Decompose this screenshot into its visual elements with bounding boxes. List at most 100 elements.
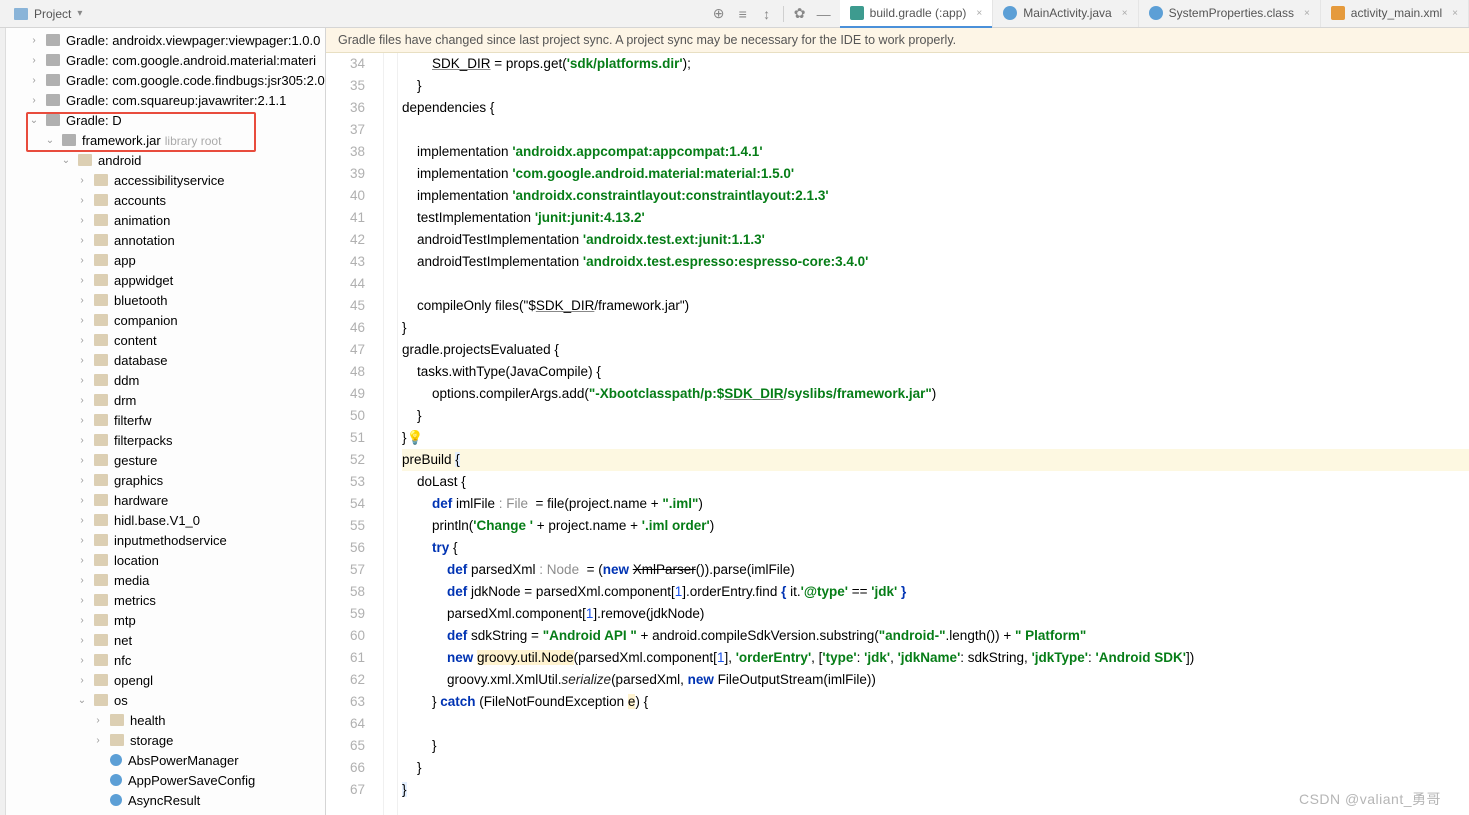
tree-arrow-icon[interactable] [76,395,88,406]
code-line[interactable]: } catch (FileNotFoundException e) { [402,691,1469,713]
fold-column[interactable] [384,53,398,815]
editor-tab[interactable]: build.gradle (:app)× [840,0,994,27]
tree-row[interactable]: hardware [6,490,325,510]
tree-arrow-icon[interactable] [44,135,56,146]
project-selector[interactable]: Project ▾ [6,7,186,21]
tree-row[interactable]: inputmethodservice [6,530,325,550]
editor-tab[interactable]: MainActivity.java× [993,0,1138,27]
tree-row[interactable]: location [6,550,325,570]
tree-row[interactable]: annotation [6,230,325,250]
tree-arrow-icon[interactable] [28,55,40,66]
tree-row[interactable]: companion [6,310,325,330]
code-line[interactable] [402,713,1469,735]
hide-icon[interactable]: — [816,6,832,22]
code-line[interactable]: implementation 'com.google.android.mater… [402,163,1469,185]
tree-arrow-icon[interactable] [76,375,88,386]
code-line[interactable]: try { [402,537,1469,559]
tree-row[interactable]: ddm [6,370,325,390]
tree-row[interactable]: graphics [6,470,325,490]
tree-arrow-icon[interactable] [76,355,88,366]
close-icon[interactable]: × [976,8,982,19]
tree-row[interactable]: Gradle: androidx.viewpager:viewpager:1.0… [6,30,325,50]
tree-arrow-icon[interactable] [76,235,88,246]
tree-arrow-icon[interactable] [76,495,88,506]
tree-arrow-icon[interactable] [76,275,88,286]
tree-arrow-icon[interactable] [76,635,88,646]
tree-row[interactable]: nfc [6,650,325,670]
tree-row[interactable]: os [6,690,325,710]
code-line[interactable]: } [402,405,1469,427]
tree-arrow-icon[interactable] [76,655,88,666]
code-line[interactable]: parsedXml.component[1].remove(jdkNode) [402,603,1469,625]
code-line[interactable]: doLast { [402,471,1469,493]
tree-row[interactable]: hidl.base.V1_0 [6,510,325,530]
code-line[interactable]: }💡 [402,427,1469,449]
code-line[interactable]: } [402,757,1469,779]
tree-arrow-icon[interactable] [76,175,88,186]
tree-row[interactable]: filterpacks [6,430,325,450]
tree-arrow-icon[interactable] [76,315,88,326]
code-line[interactable] [402,119,1469,141]
code-area[interactable]: 3435363738394041424344454647484950515253… [326,53,1469,815]
project-tree[interactable]: Gradle: androidx.viewpager:viewpager:1.0… [6,28,326,815]
tree-row[interactable]: accounts [6,190,325,210]
code-line[interactable]: androidTestImplementation 'androidx.test… [402,251,1469,273]
tree-arrow-icon[interactable] [60,155,72,166]
editor-tab[interactable]: SystemProperties.class× [1139,0,1321,27]
tree-row[interactable]: AppPowerSaveConfig [6,770,325,790]
tree-arrow-icon[interactable] [76,435,88,446]
tree-row[interactable]: storage [6,730,325,750]
code-line[interactable]: } [402,735,1469,757]
tree-row[interactable]: appwidget [6,270,325,290]
tree-row[interactable]: filterfw [6,410,325,430]
tree-arrow-icon[interactable] [76,455,88,466]
tree-arrow-icon[interactable] [28,95,40,106]
code-line[interactable]: def jdkNode = parsedXml.component[1].ord… [402,581,1469,603]
code-line[interactable] [402,273,1469,295]
tree-arrow-icon[interactable] [76,255,88,266]
close-icon[interactable]: × [1452,8,1458,19]
tree-arrow-icon[interactable] [92,735,104,746]
code-line[interactable]: groovy.xml.XmlUtil.serialize(parsedXml, … [402,669,1469,691]
code-line[interactable]: compileOnly files("$SDK_DIR/framework.ja… [402,295,1469,317]
close-icon[interactable]: × [1304,8,1310,19]
tree-arrow-icon[interactable] [76,335,88,346]
tree-arrow-icon[interactable] [28,115,40,126]
code-line[interactable]: implementation 'androidx.constraintlayou… [402,185,1469,207]
tree-arrow-icon[interactable] [28,75,40,86]
tree-arrow-icon[interactable] [76,415,88,426]
code-line[interactable]: testImplementation 'junit:junit:4.13.2' [402,207,1469,229]
close-icon[interactable]: × [1122,8,1128,19]
tree-arrow-icon[interactable] [76,215,88,226]
tree-row[interactable]: app [6,250,325,270]
code-line[interactable]: } [402,75,1469,97]
code-line[interactable]: def imlFile : File = file(project.name +… [402,493,1469,515]
tree-row[interactable]: Gradle: com.squareup:javawriter:2.1.1 [6,90,325,110]
sort-icon[interactable]: ≡ [735,6,751,22]
tree-arrow-icon[interactable] [76,675,88,686]
tree-row[interactable]: drm [6,390,325,410]
tree-arrow-icon[interactable] [28,35,40,46]
code-line[interactable]: SDK_DIR = props.get('sdk/platforms.dir')… [402,53,1469,75]
gear-icon[interactable]: ✿ [792,6,808,22]
code-line[interactable]: def parsedXml : Node = (new XmlParser())… [402,559,1469,581]
tree-row[interactable]: AbsPowerManager [6,750,325,770]
code-line[interactable]: dependencies { [402,97,1469,119]
locate-icon[interactable]: ⊕ [711,6,727,22]
tree-row[interactable]: AsyncResult [6,790,325,810]
code-line[interactable]: tasks.withType(JavaCompile) { [402,361,1469,383]
code-line[interactable]: gradle.projectsEvaluated { [402,339,1469,361]
code-line[interactable]: } [402,317,1469,339]
tree-arrow-icon[interactable] [76,555,88,566]
tree-row[interactable]: animation [6,210,325,230]
tree-row[interactable]: gesture [6,450,325,470]
tree-row[interactable]: opengl [6,670,325,690]
editor-tab[interactable]: activity_main.xml× [1321,0,1469,27]
code-line[interactable]: androidTestImplementation 'androidx.test… [402,229,1469,251]
tree-arrow-icon[interactable] [76,195,88,206]
code-line[interactable]: new groovy.util.Node(parsedXml.component… [402,647,1469,669]
code-line[interactable]: options.compilerArgs.add("-Xbootclasspat… [402,383,1469,405]
code-line[interactable]: preBuild { [402,449,1469,471]
tree-row[interactable]: content [6,330,325,350]
tree-row[interactable]: bluetooth [6,290,325,310]
